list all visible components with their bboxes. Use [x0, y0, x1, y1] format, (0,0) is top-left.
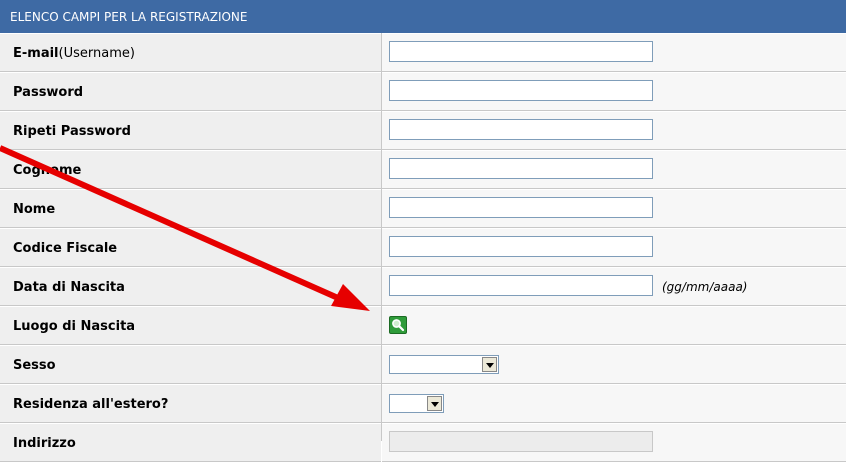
annotation-arrow [0, 145, 370, 311]
annotation-arrowhead [331, 284, 370, 311]
annotation-arrow-line [0, 145, 340, 301]
